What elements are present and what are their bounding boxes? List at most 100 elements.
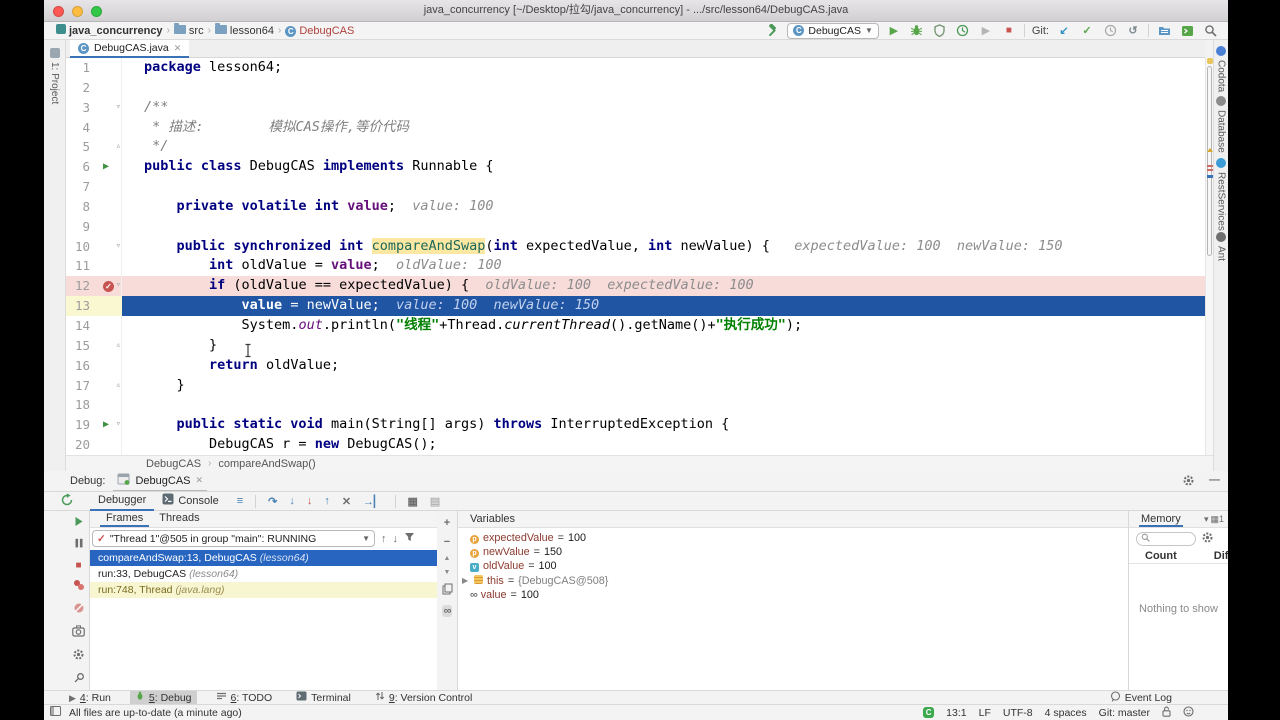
fold-marker-icon[interactable]: ▿ bbox=[116, 415, 121, 435]
fold-marker-icon[interactable]: ▵ bbox=[116, 137, 121, 157]
toolwindow-button-Run[interactable]: ▶4: Run bbox=[64, 691, 116, 705]
lock-icon[interactable] bbox=[1162, 706, 1171, 720]
hide-panel-icon[interactable]: — bbox=[1209, 474, 1220, 490]
breadcrumb-method[interactable]: compareAndSwap() bbox=[218, 458, 315, 470]
inspections-indicator[interactable] bbox=[1207, 58, 1213, 64]
git-commit-icon[interactable]: ✓ bbox=[1079, 23, 1095, 39]
variable-row[interactable]: ▶this={DebugCAS@508} bbox=[458, 574, 1128, 588]
code-line[interactable]: 8 private volatile int value; value: 100 bbox=[66, 197, 1205, 217]
sidebar-item-1-Project[interactable]: 1: Project bbox=[44, 48, 65, 104]
highlighting-level-icon[interactable] bbox=[1183, 706, 1194, 720]
debug-button[interactable] bbox=[909, 23, 925, 39]
code-line[interactable]: 15▵ } bbox=[66, 336, 1205, 356]
toolwindow-button-Terminal[interactable]: Terminal bbox=[291, 691, 356, 705]
stripe-toggle-icon[interactable] bbox=[50, 706, 61, 719]
code-line[interactable]: 12✓▿ if (oldValue == expectedValue) { ol… bbox=[66, 276, 1205, 296]
code-line[interactable]: 4 * 描述: 模拟CAS操作,等价代码 bbox=[66, 118, 1205, 138]
force-step-into-icon[interactable]: ↓ bbox=[307, 495, 313, 507]
gear-icon[interactable] bbox=[1182, 474, 1195, 490]
fold-marker-icon[interactable]: ▵ bbox=[116, 336, 121, 356]
add-watch-icon[interactable]: + bbox=[444, 517, 450, 529]
chevron-down-icon[interactable]: ▾ bbox=[1204, 514, 1209, 525]
step-over-icon[interactable]: ↷ bbox=[268, 495, 277, 508]
table-icon[interactable]: ▦1 bbox=[1210, 514, 1224, 525]
remove-watch-icon[interactable]: − bbox=[444, 536, 450, 548]
code-line[interactable]: 5▵ */ bbox=[66, 137, 1205, 157]
thread-dropdown[interactable]: ✓ "Thread 1"@505 in group "main": RUNNIN… bbox=[92, 530, 375, 547]
code-line[interactable]: 14 System.out.println("线程"+Thread.curren… bbox=[66, 316, 1205, 336]
git-history-icon[interactable] bbox=[1102, 23, 1118, 39]
run-to-cursor-icon[interactable]: →▏ bbox=[363, 495, 382, 508]
variable-row[interactable]: pnewValue=150 bbox=[458, 545, 1128, 559]
codota-icon[interactable]: C bbox=[923, 707, 934, 718]
show-watches-icon[interactable]: ∞ bbox=[442, 605, 453, 617]
frame-row[interactable]: run:748, Thread(java.lang) bbox=[90, 582, 437, 598]
resume-icon[interactable] bbox=[73, 516, 84, 530]
tab-console[interactable]: Console bbox=[154, 492, 226, 511]
breadcrumb-item-lesson64[interactable]: lesson64 bbox=[215, 25, 274, 37]
code-line[interactable]: 16 return oldValue; bbox=[66, 356, 1205, 376]
toolwindow-button-Debug[interactable]: 5: Debug bbox=[130, 691, 197, 705]
breadcrumb-class[interactable]: DebugCAS bbox=[146, 458, 201, 470]
move-down-icon[interactable]: ▼ bbox=[444, 569, 451, 576]
debug-session-tab[interactable]: DebugCAS ✕ bbox=[113, 471, 207, 491]
close-icon[interactable]: ✕ bbox=[196, 475, 204, 486]
file-encoding[interactable]: UTF-8 bbox=[1003, 707, 1033, 719]
settings-icon[interactable] bbox=[72, 648, 85, 664]
view-breakpoints-icon[interactable] bbox=[73, 579, 85, 594]
move-up-icon[interactable]: ▲ bbox=[444, 555, 451, 562]
code-line[interactable]: 1package lesson64; bbox=[66, 58, 1205, 78]
git-branch[interactable]: Git: master bbox=[1099, 707, 1150, 719]
breakpoint-icon[interactable]: ✓ bbox=[103, 281, 114, 292]
column-diff[interactable]: Diff bbox=[1214, 550, 1228, 562]
pause-icon[interactable] bbox=[74, 538, 84, 551]
tool-stripe-Codota[interactable]: Codota bbox=[1214, 46, 1228, 92]
toolwindow-button-Version-Control[interactable]: 9: Version Control bbox=[370, 691, 477, 705]
code-line[interactable]: 2 bbox=[66, 78, 1205, 98]
close-button[interactable] bbox=[53, 6, 64, 17]
git-rollback-icon[interactable]: ↺ bbox=[1125, 23, 1141, 39]
tool-stripe-Database[interactable]: Database bbox=[1214, 96, 1228, 153]
event-log-button[interactable]: Event Log bbox=[1110, 691, 1172, 705]
run-config-select[interactable]: C DebugCAS ▼ bbox=[787, 23, 878, 39]
zoom-button[interactable] bbox=[91, 6, 102, 17]
breadcrumb-item-java_concurrency[interactable]: java_concurrency bbox=[56, 24, 163, 37]
tab-memory[interactable]: Memory bbox=[1139, 512, 1183, 527]
run-anything-icon[interactable] bbox=[1179, 23, 1195, 39]
breadcrumb-item-src[interactable]: src bbox=[174, 25, 204, 37]
mute-breakpoints-icon[interactable] bbox=[73, 602, 85, 617]
frame-row[interactable]: run:33, DebugCAS(lesson64) bbox=[90, 566, 437, 582]
tab-frames[interactable]: Frames bbox=[100, 511, 149, 527]
next-frame-icon[interactable]: ↓ bbox=[393, 533, 399, 545]
layout-settings-icon[interactable]: ▤ bbox=[430, 495, 440, 508]
step-into-icon[interactable]: ↓ bbox=[289, 495, 295, 507]
frame-row[interactable]: compareAndSwap:13, DebugCAS(lesson64) bbox=[90, 550, 437, 566]
run-line-icon[interactable]: ▶ bbox=[103, 415, 109, 435]
tab-threads[interactable]: Threads bbox=[153, 511, 205, 527]
prev-frame-icon[interactable]: ↑ bbox=[381, 533, 387, 545]
rerun-icon[interactable] bbox=[60, 493, 74, 510]
variable-row[interactable]: pexpectedValue=100 bbox=[458, 531, 1128, 545]
minimize-button[interactable] bbox=[72, 6, 83, 17]
code-line[interactable]: 20 DebugCAS r = new DebugCAS(); bbox=[66, 435, 1205, 455]
evaluate-expression-icon[interactable]: ▦ bbox=[408, 495, 418, 508]
tool-stripe-Ant[interactable]: Ant bbox=[1214, 232, 1228, 261]
code-line[interactable]: 18 bbox=[66, 395, 1205, 415]
project-structure-icon[interactable] bbox=[1156, 23, 1172, 39]
caret-position[interactable]: 13:1 bbox=[946, 707, 966, 719]
search-everywhere-icon[interactable] bbox=[1202, 23, 1218, 39]
fold-marker-icon[interactable]: ▿ bbox=[116, 237, 121, 257]
drop-frame-icon[interactable]: ✕ bbox=[342, 495, 351, 508]
tool-stripe-RestServices[interactable]: RestServices bbox=[1214, 158, 1228, 231]
expand-icon[interactable]: ▶ bbox=[462, 574, 470, 588]
breadcrumb-item-DebugCAS[interactable]: CDebugCAS bbox=[285, 25, 354, 37]
code-line[interactable]: 19▶▿ public static void main(String[] ar… bbox=[66, 415, 1205, 435]
git-update-icon[interactable]: ↙ bbox=[1056, 23, 1072, 39]
editor-scrollbar[interactable] bbox=[1205, 58, 1213, 455]
code-editor[interactable]: 1package lesson64;23▿/**4 * 描述: 模拟CAS操作,… bbox=[66, 58, 1205, 455]
coverage-button[interactable] bbox=[932, 23, 948, 39]
code-line[interactable]: 13 value = newValue; value: 100 newValue… bbox=[66, 296, 1205, 316]
code-line[interactable]: 3▿/** bbox=[66, 98, 1205, 118]
line-ending[interactable]: LF bbox=[979, 707, 991, 719]
scrollbar-thumb[interactable] bbox=[1207, 66, 1212, 256]
